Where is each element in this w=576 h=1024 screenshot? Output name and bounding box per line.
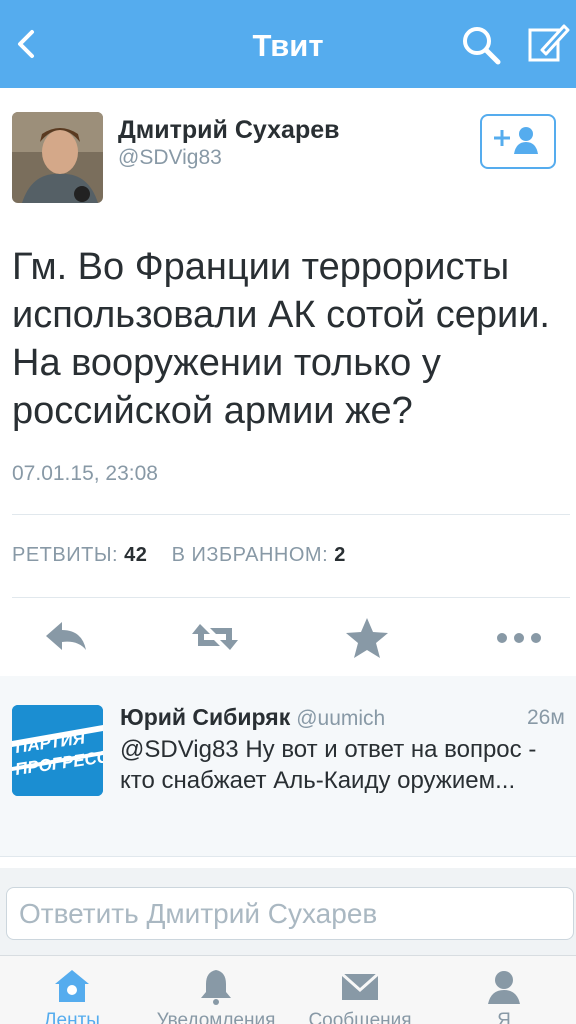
divider: [0, 856, 576, 857]
tab-label: Сообщения: [308, 1010, 412, 1024]
tab-label: Ленты: [44, 1010, 100, 1024]
home-icon: [55, 970, 89, 1002]
bell-icon: [201, 970, 231, 1005]
divider: [12, 514, 570, 515]
tab-label: Уведомления: [156, 1010, 276, 1024]
favorites-label[interactable]: В ИЗБРАННОМ:: [172, 544, 328, 566]
retweets-label[interactable]: РЕТВИТЫ:: [12, 544, 118, 566]
favorite-star-icon[interactable]: [342, 614, 392, 660]
person-icon: [488, 971, 520, 1004]
tab-timelines[interactable]: Ленты: [0, 956, 144, 1024]
search-icon[interactable]: [458, 22, 504, 68]
tweet-text: Гм. Во Франции террористы использовали А…: [12, 246, 550, 432]
tab-label: Я: [497, 1010, 511, 1024]
tweet-timestamp: 07.01.15, 23:08: [12, 462, 158, 485]
envelope-icon: [341, 972, 379, 1000]
tab-me[interactable]: Я: [432, 956, 576, 1024]
add-user-icon: [494, 127, 538, 154]
author-handle[interactable]: @SDVig83: [118, 146, 222, 170]
divider: [12, 597, 570, 598]
author-avatar[interactable]: [12, 112, 103, 203]
reply-input[interactable]: [6, 887, 574, 940]
more-icon[interactable]: [494, 614, 544, 660]
tab-bar: Ленты Уведомления Сообщения Я: [0, 955, 576, 1024]
favorites-count[interactable]: 2: [334, 544, 346, 566]
reply-author-name[interactable]: Юрий Сибиряк: [120, 704, 290, 730]
follow-button[interactable]: [480, 114, 556, 169]
reply-avatar[interactable]: ПАРТИЯ ПРОГРЕССА: [12, 705, 103, 796]
tab-notifications[interactable]: Уведомления: [144, 956, 288, 1024]
nav-header: Твит: [0, 0, 576, 88]
reply-author[interactable]: Юрий Сибиряк @uumich: [120, 704, 385, 731]
compose-icon[interactable]: [524, 20, 572, 68]
reply-text: @SDVig83 Ну вот и ответ на вопрос - кто …: [120, 736, 537, 794]
reply-author-handle[interactable]: @uumich: [296, 707, 385, 730]
reply-icon[interactable]: [42, 614, 92, 660]
tweet-stats: РЕТВИТЫ: 42 В ИЗБРАННОМ: 2: [12, 544, 346, 567]
reply-time: 26м: [527, 706, 565, 729]
retweets-count[interactable]: 42: [124, 544, 147, 566]
retweet-icon[interactable]: [190, 614, 240, 660]
author-name[interactable]: Дмитрий Сухарев: [118, 116, 339, 145]
tab-messages[interactable]: Сообщения: [288, 956, 432, 1024]
